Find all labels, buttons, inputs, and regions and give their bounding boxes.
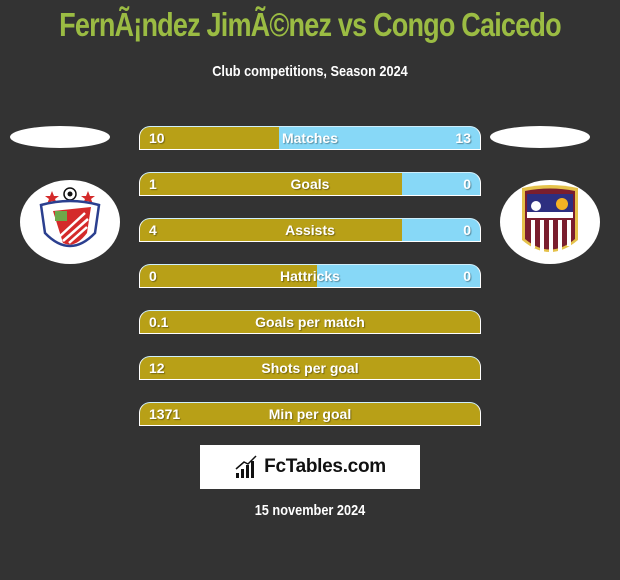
- stat-label: Shots per goal: [261, 360, 359, 376]
- stat-label: Min per goal: [268, 406, 352, 422]
- competition-subtitle: Club competitions, Season 2024: [212, 63, 408, 80]
- stat-label: Matches: [281, 130, 339, 146]
- stat-row-assists: 4 Assists 0: [139, 218, 481, 242]
- stat-row-goals: 1 Goals 0: [139, 172, 481, 196]
- stat-label: Goals: [290, 176, 330, 192]
- right-value: 0: [463, 268, 471, 284]
- carabobo-fc-crest-icon: [522, 185, 578, 254]
- footer-date: 15 november 2024: [254, 502, 366, 519]
- stat-row-goals-per-match: 0.1 Goals per match: [139, 310, 481, 334]
- stat-label: Assists: [285, 222, 335, 238]
- stat-row-shots-per-goal: 12 Shots per goal: [139, 356, 481, 380]
- right-value: 13: [455, 130, 471, 146]
- stat-row-hattricks: 0 Hattricks 0: [139, 264, 481, 288]
- estudiantes-de-merida-crest-icon: [39, 187, 101, 248]
- right-team-logo: [500, 180, 600, 264]
- stat-row-min-per-goal: 1371 Min per goal: [139, 402, 481, 426]
- right-value: 0: [463, 222, 471, 238]
- left-team-logo: [20, 180, 120, 264]
- brand-name: FcTables.com: [264, 456, 386, 477]
- stat-label: Hattricks: [280, 268, 340, 284]
- stat-row-matches: 10 Matches 13: [139, 126, 481, 150]
- stat-label: Goals per match: [255, 314, 365, 330]
- right-value: 0: [463, 176, 471, 192]
- fctables-brand-logo[interactable]: FcTables.com: [200, 445, 420, 489]
- bar-chart-icon: [235, 455, 257, 478]
- left-team-name-placeholder: [10, 126, 110, 148]
- right-team-name-placeholder: [490, 126, 590, 148]
- page-title: FernÃ¡ndez JimÃ©nez vs Congo Caicedo: [59, 6, 561, 43]
